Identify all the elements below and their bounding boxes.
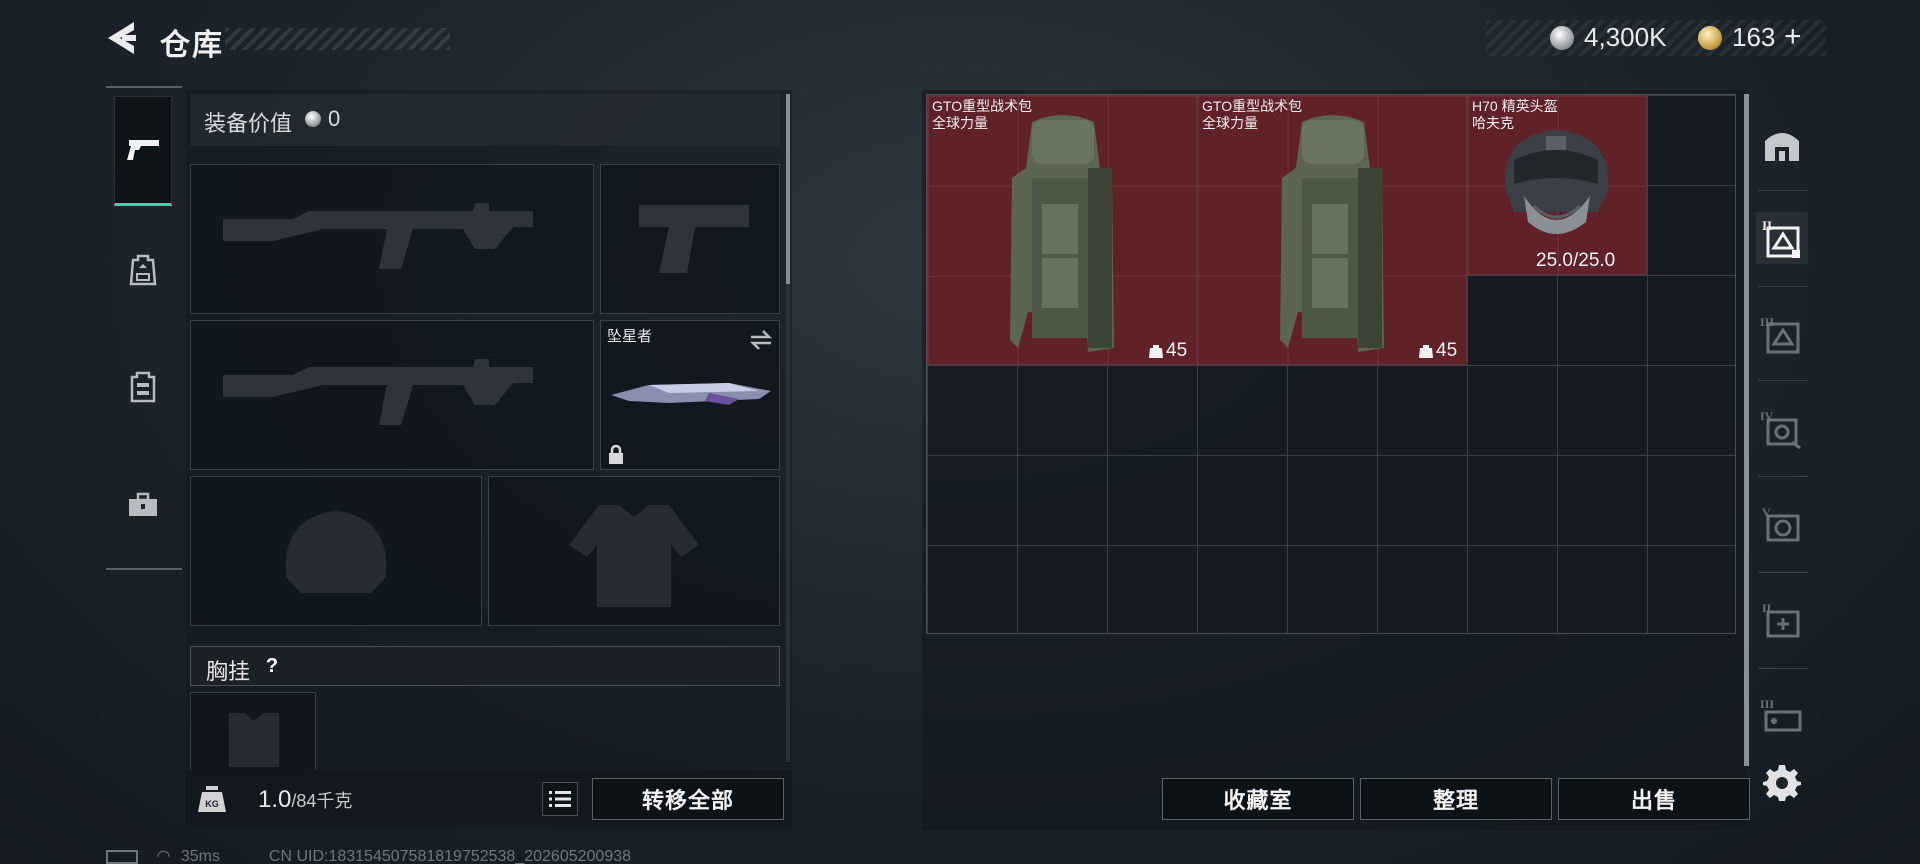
capacity-count: 45 (1436, 340, 1458, 361)
swap-icon[interactable] (749, 329, 773, 351)
stash-page-4-icon: IV (1760, 409, 1801, 450)
wifi-icon: ◠ (156, 848, 171, 864)
item-name: H70 精英头盔 (1472, 98, 1558, 114)
list-view-button[interactable] (542, 782, 578, 816)
backpack-icon (1280, 115, 1384, 352)
chest-rig-label: 胸挂 (206, 659, 251, 684)
transfer-all-button[interactable]: 转移全部 (592, 778, 784, 820)
equipment-value-amount: 0 (328, 106, 341, 131)
silver-amount: 4,300K (1584, 22, 1667, 52)
armor-silhouette-icon (569, 505, 699, 607)
list-icon (549, 791, 571, 807)
stash-page-2-icon: II (1762, 218, 1800, 258)
svg-text:III: III (1760, 697, 1774, 711)
pistol-silhouette-icon (639, 205, 749, 273)
stash-item-backpack-1[interactable]: GTO重型战术包 全球力量 45 (927, 95, 1197, 365)
melee-name: 坠星者 (607, 328, 653, 345)
melee-slot[interactable]: 坠星者 (600, 320, 780, 470)
backpack-icon (129, 254, 157, 286)
rifle-silhouette-icon (223, 203, 533, 269)
secondary-weapon-slot[interactable] (190, 320, 594, 470)
rail-stash-page-6[interactable]: II (1756, 594, 1808, 646)
weight-max: /84千克 (291, 791, 353, 811)
chest-rig-silhouette-icon (229, 713, 279, 767)
back-arrow-icon[interactable] (104, 20, 138, 56)
pistol-slot[interactable] (600, 164, 780, 314)
stash-scrollbar[interactable] (1744, 94, 1749, 766)
stash-item-helmet[interactable]: H70 精英头盔 哈夫克 25.0/25.0 (1467, 95, 1647, 275)
title-decoration (225, 28, 450, 50)
tab-cases[interactable] (114, 450, 172, 560)
sell-button[interactable]: 出售 (1558, 778, 1750, 820)
rifle-silhouette-icon (223, 359, 533, 425)
equipment-value-label: 装备价值 (204, 111, 293, 136)
helmet-silhouette-icon (285, 511, 387, 593)
gold-amount: 163 (1732, 22, 1776, 52)
svg-text:KG: KG (205, 799, 219, 809)
helmet-icon (1505, 130, 1609, 234)
silver-coin-icon (305, 111, 321, 127)
rail-stash-page-3[interactable]: III (1756, 308, 1808, 360)
sort-button[interactable]: 整理 (1360, 778, 1552, 820)
status-bar: ◠ 35ms CN UID:183154507581819752538_2026… (106, 846, 631, 864)
weight-current: 1.0 (258, 786, 292, 813)
battery-icon (106, 849, 138, 864)
tab-vests[interactable] (114, 332, 172, 442)
helmet-slot[interactable] (190, 476, 482, 626)
rail-stash-page-4[interactable]: IV (1756, 402, 1808, 454)
stash-page-5-icon: V (1762, 505, 1800, 542)
durability-text: 25.0/25.0 (1536, 250, 1616, 271)
rail-stash-main[interactable] (1756, 118, 1808, 170)
vest-icon (130, 371, 156, 403)
add-gold-button[interactable]: + (1784, 20, 1802, 54)
weight-icon: KG (198, 786, 226, 812)
gold-coin-icon (1698, 26, 1722, 50)
settings-button[interactable] (1756, 756, 1808, 808)
capacity-icon (1419, 345, 1433, 358)
rail-stash-page-7[interactable]: III (1756, 690, 1808, 742)
stash-page-7-icon: III (1760, 697, 1802, 732)
stash-page-6-icon: II (1762, 601, 1800, 638)
armor-slot[interactable] (488, 476, 780, 626)
rail-stash-page-2[interactable]: II (1756, 212, 1808, 264)
chest-rig-slot[interactable] (190, 692, 316, 770)
knife-icon (611, 383, 771, 405)
tab-bags[interactable] (114, 216, 172, 326)
stash-page-3-icon: III (1760, 315, 1800, 354)
tab-weapons[interactable] (114, 96, 172, 206)
capacity-icon (1149, 345, 1163, 358)
capacity-count: 45 (1166, 340, 1188, 361)
pistol-icon (127, 140, 159, 160)
lock-icon (609, 445, 623, 464)
uid-text: CN UID:183154507581819752538_20260520093… (268, 848, 632, 864)
toolbox-icon (129, 492, 157, 516)
equipment-scrollbar-thumb[interactable] (786, 94, 790, 284)
stash-item-backpack-2[interactable]: GTO重型战术包 全球力量 45 (1197, 95, 1467, 365)
stash-icon (1765, 133, 1799, 161)
ping-text: 35ms (180, 848, 220, 864)
primary-weapon-slot[interactable] (190, 164, 594, 314)
rail-stash-page-5[interactable]: V (1756, 498, 1808, 550)
page-title: 仓库 (160, 29, 224, 62)
gear-icon (1763, 765, 1801, 801)
weight-readout: 1.0/84千克 (258, 786, 352, 814)
collection-room-button[interactable]: 收藏室 (1162, 778, 1354, 820)
silver-coin-icon (1550, 26, 1574, 50)
backpack-icon (1010, 115, 1114, 352)
help-icon[interactable]: ? (258, 652, 286, 680)
